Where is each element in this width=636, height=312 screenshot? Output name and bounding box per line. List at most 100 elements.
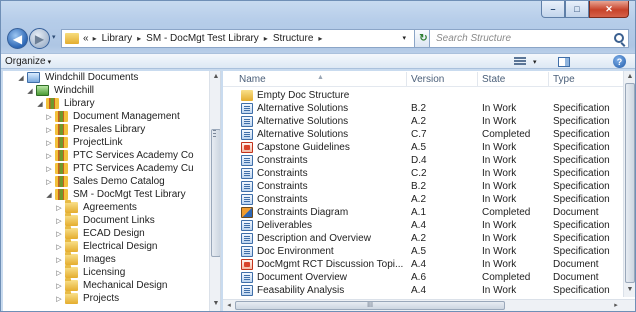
tree-item-ptc-services-academy-co[interactable]: ▷ PTC Services Academy Co bbox=[45, 149, 194, 162]
sort-ascending-icon: ▲ bbox=[317, 74, 324, 81]
preview-pane-button[interactable] bbox=[558, 55, 572, 68]
file-name: Alternative Solutions bbox=[257, 129, 349, 140]
tree-item-ptc-services-academy-cu[interactable]: ▷ PTC Services Academy Cu bbox=[45, 162, 194, 175]
expand-arrow-icon[interactable]: ▷ bbox=[45, 126, 53, 134]
scrollbar-thumb[interactable] bbox=[625, 83, 635, 283]
breadcrumb-separator-icon[interactable]: ▸ bbox=[137, 34, 141, 43]
address-history-dropdown[interactable]: ▾ bbox=[402, 34, 406, 42]
scroll-down-icon[interactable]: ▼ bbox=[625, 285, 635, 295]
file-row[interactable]: Constraints B.2 In Work Specification bbox=[223, 180, 623, 193]
help-button[interactable]: ? bbox=[613, 55, 626, 68]
file-row[interactable]: Alternative Solutions B.2 In Work Specif… bbox=[223, 102, 623, 115]
library-icon bbox=[55, 163, 68, 174]
tree-item-sales-demo-catalog[interactable]: ▷ Sales Demo Catalog bbox=[45, 175, 165, 188]
view-options-dropdown[interactable]: ▾ bbox=[533, 55, 537, 68]
tree-item-mechanical-design[interactable]: ▷ Mechanical Design bbox=[55, 278, 168, 292]
tree-item-projects[interactable]: ▷ Projects bbox=[55, 291, 119, 305]
diagram-icon bbox=[241, 207, 253, 218]
breadcrumb-structure[interactable]: Structure bbox=[273, 33, 314, 44]
scroll-up-icon[interactable]: ▲ bbox=[625, 72, 635, 82]
column-header-type[interactable]: Type bbox=[553, 74, 575, 85]
file-row[interactable]: Feasability Analysis A.4 In Work Specifi… bbox=[223, 284, 623, 297]
expand-arrow-icon[interactable]: ▷ bbox=[55, 230, 63, 238]
expand-arrow-icon[interactable]: ▷ bbox=[55, 243, 63, 251]
scroll-right-icon[interactable]: ▸ bbox=[611, 301, 621, 311]
file-name: Feasability Analysis bbox=[257, 285, 345, 296]
tree-item-library[interactable]: ◢ Library bbox=[36, 97, 95, 110]
file-list-vertical-scrollbar[interactable]: ▲ ▼ bbox=[623, 71, 635, 297]
tree-item-windchill[interactable]: ◢ Windchill bbox=[26, 84, 94, 97]
expand-arrow-icon[interactable]: ▷ bbox=[45, 152, 53, 160]
forward-button[interactable]: ▶ bbox=[29, 28, 50, 49]
scroll-up-icon[interactable]: ▲ bbox=[211, 72, 220, 82]
expand-arrow-icon[interactable]: ▷ bbox=[55, 295, 63, 303]
scrollbar-thumb[interactable]: III bbox=[235, 301, 505, 310]
scrollbar-thumb[interactable] bbox=[211, 129, 220, 257]
file-row[interactable]: Constraints A.2 In Work Specification bbox=[223, 193, 623, 206]
scroll-left-icon[interactable]: ◂ bbox=[224, 301, 234, 311]
file-type: Specification bbox=[553, 233, 610, 244]
tree-item-windchill-documents[interactable]: ◢ Windchill Documents bbox=[17, 71, 138, 84]
breadcrumb-overflow[interactable]: « bbox=[83, 33, 89, 44]
file-row[interactable]: Alternative Solutions A.2 In Work Specif… bbox=[223, 115, 623, 128]
navigation-scrollbar[interactable]: ▲ ▼ bbox=[209, 71, 220, 311]
collapse-arrow-icon[interactable]: ◢ bbox=[45, 191, 53, 199]
maximize-button[interactable]: □ bbox=[565, 1, 589, 18]
back-button[interactable]: ◀ bbox=[7, 28, 28, 49]
expand-arrow-icon[interactable]: ▷ bbox=[55, 204, 63, 212]
file-version: D.4 bbox=[411, 155, 427, 166]
column-header-version[interactable]: Version bbox=[411, 74, 444, 85]
file-row[interactable]: Description and Overview A.2 In Work Spe… bbox=[223, 232, 623, 245]
collapse-arrow-icon[interactable]: ◢ bbox=[26, 87, 34, 95]
file-row[interactable]: Empty Doc Structure bbox=[223, 89, 623, 102]
file-state: In Work bbox=[482, 181, 517, 192]
address-bar[interactable]: « ▸ Library ▸ SM - DocMgt Test Library ▸… bbox=[61, 29, 415, 48]
expand-arrow-icon[interactable]: ▷ bbox=[45, 178, 53, 186]
expand-arrow-icon[interactable]: ▷ bbox=[55, 217, 63, 225]
file-row[interactable]: Alternative Solutions C.7 Completed Spec… bbox=[223, 128, 623, 141]
expand-arrow-icon[interactable]: ▷ bbox=[55, 256, 63, 264]
breadcrumb-sm-docmgt-test-library[interactable]: SM - DocMgt Test Library bbox=[146, 33, 259, 44]
tree-item-images[interactable]: ▷ Images bbox=[55, 252, 116, 266]
collapse-arrow-icon[interactable]: ◢ bbox=[17, 74, 25, 82]
file-row[interactable]: Document Overview A.6 Completed Document bbox=[223, 271, 623, 284]
expand-arrow-icon[interactable]: ▷ bbox=[45, 165, 53, 173]
minimize-button[interactable]: – bbox=[541, 1, 565, 18]
search-icon[interactable] bbox=[614, 33, 624, 43]
breadcrumb-separator-icon[interactable]: ▸ bbox=[93, 34, 97, 43]
file-type: Specification bbox=[553, 168, 610, 179]
tree-item-document-management[interactable]: ▷ Document Management bbox=[45, 110, 180, 123]
column-divider[interactable] bbox=[406, 72, 407, 86]
close-button[interactable]: ✕ bbox=[589, 1, 629, 18]
file-list-horizontal-scrollbar[interactable]: ◂ III ▸ bbox=[223, 299, 635, 311]
breadcrumb-library[interactable]: Library bbox=[102, 33, 133, 44]
recent-pages-dropdown[interactable]: ▾ bbox=[52, 33, 56, 41]
column-divider[interactable] bbox=[548, 72, 549, 86]
file-row[interactable]: Constraints Diagram A.1 Completed Docume… bbox=[223, 206, 623, 219]
tree-item-presales-library[interactable]: ▷ Presales Library bbox=[45, 123, 145, 136]
file-name: Constraints bbox=[257, 181, 308, 192]
scroll-down-icon[interactable]: ▼ bbox=[211, 299, 220, 309]
expand-arrow-icon[interactable]: ▷ bbox=[45, 139, 53, 147]
file-row[interactable]: Doc Environment A.5 In Work Specificatio… bbox=[223, 245, 623, 258]
expand-arrow-icon[interactable]: ▷ bbox=[55, 282, 63, 290]
change-view-button[interactable] bbox=[514, 55, 528, 68]
column-header-state[interactable]: State bbox=[482, 74, 505, 85]
breadcrumb-separator-icon[interactable]: ▸ bbox=[318, 34, 322, 43]
tree-item-projectlink[interactable]: ▷ ProjectLink bbox=[45, 136, 122, 149]
navigation-pane: ◢ Windchill Documents ◢ Windchill ◢ Libr… bbox=[3, 71, 221, 311]
tree-item-electrical-design[interactable]: ▷ Electrical Design bbox=[55, 239, 157, 253]
file-row[interactable]: DocMgmt RCT Discussion Topi... A.4 In Wo… bbox=[223, 258, 623, 271]
file-row[interactable]: Capstone Guidelines A.5 In Work Specific… bbox=[223, 141, 623, 154]
collapse-arrow-icon[interactable]: ◢ bbox=[36, 100, 44, 108]
file-row[interactable]: Constraints D.4 In Work Specification bbox=[223, 154, 623, 167]
search-input[interactable]: Search Structure bbox=[429, 29, 629, 48]
file-row[interactable]: Deliverables A.4 In Work Specification bbox=[223, 219, 623, 232]
column-divider[interactable] bbox=[477, 72, 478, 86]
column-header-name[interactable]: Name bbox=[239, 74, 266, 85]
expand-arrow-icon[interactable]: ▷ bbox=[55, 269, 63, 277]
expand-arrow-icon[interactable]: ▷ bbox=[45, 113, 53, 121]
file-row[interactable]: Constraints C.2 In Work Specification bbox=[223, 167, 623, 180]
breadcrumb-separator-icon[interactable]: ▸ bbox=[264, 34, 268, 43]
organize-menu-button[interactable]: Organize ▾ bbox=[5, 56, 51, 67]
